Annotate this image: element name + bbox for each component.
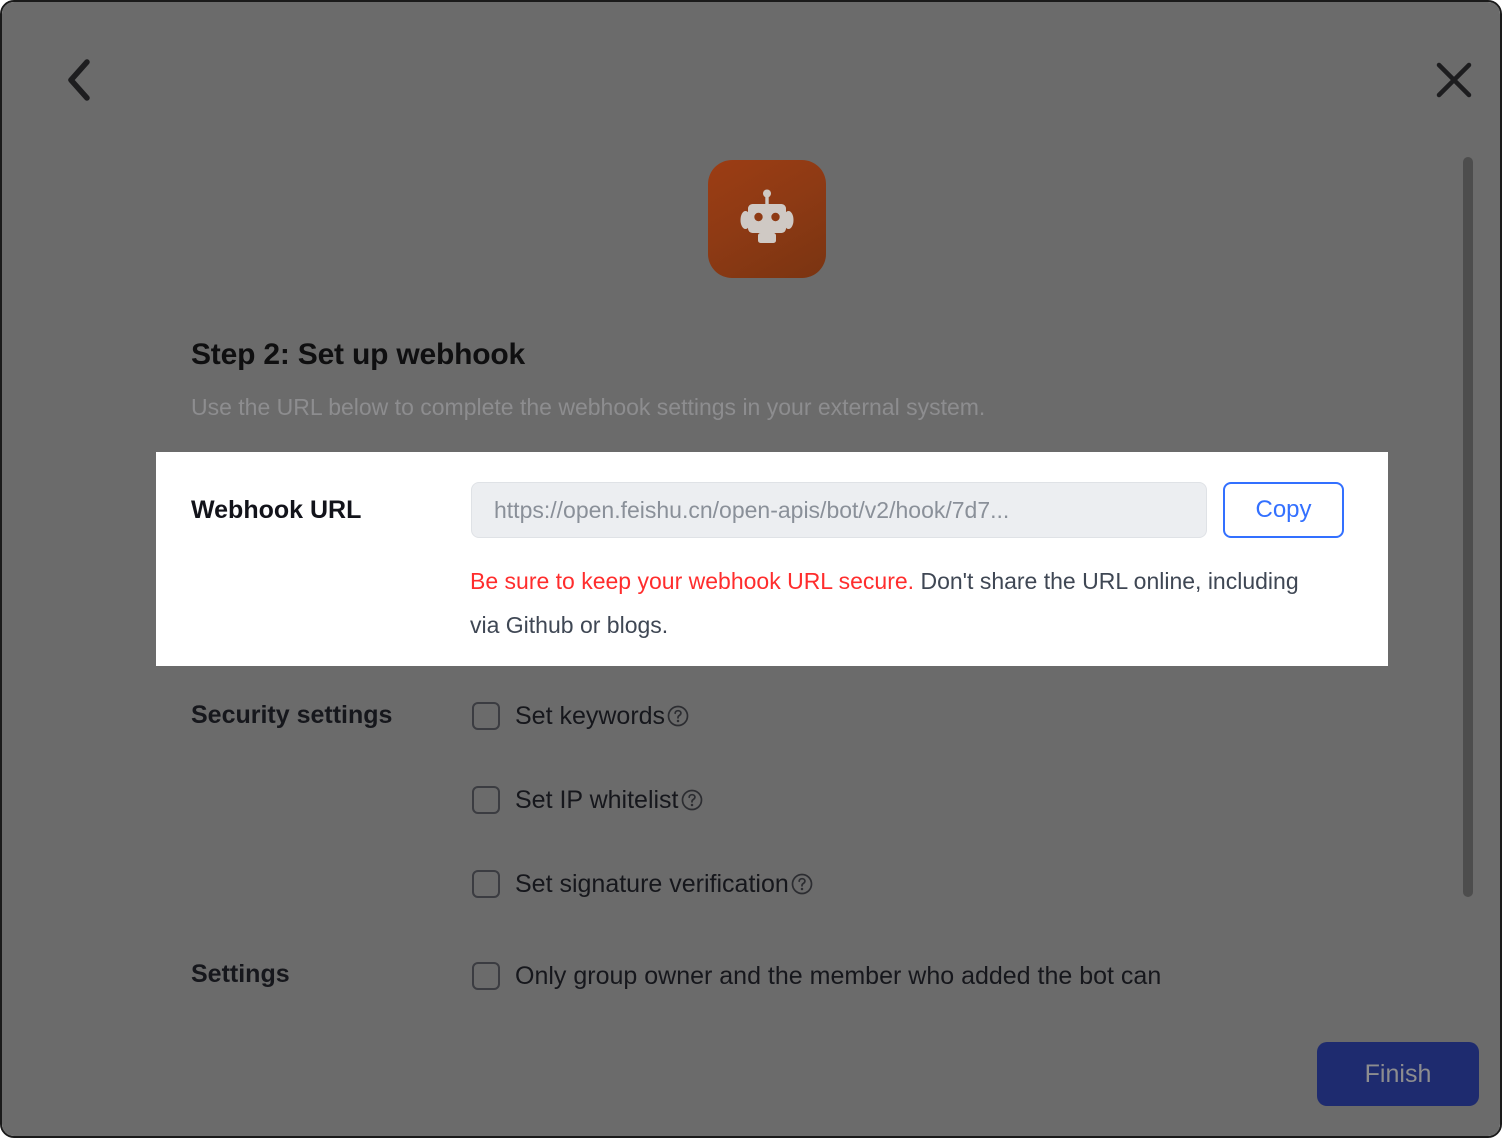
help-circle-icon-set-ip-whitelist[interactable] — [680, 788, 704, 812]
checkbox-row-set-signature-verification[interactable]: Set signature verification — [472, 867, 814, 901]
checkbox-row-only-group-owner[interactable]: Only group owner and the member who adde… — [472, 959, 1161, 993]
close-button[interactable] — [1426, 54, 1482, 110]
webhook-url-highlight-band: Webhook URL Copy Be sure to keep your we… — [156, 452, 1388, 666]
vertical-scrollbar-thumb[interactable] — [1463, 157, 1473, 897]
webhook-url-label: Webhook URL — [191, 496, 362, 524]
checkbox-label-set-signature-verification: Set signature verification — [515, 869, 789, 898]
checkbox-set-ip-whitelist[interactable] — [472, 786, 500, 814]
app-window: Step 2: Set up webhook Use the URL below… — [0, 0, 1502, 1138]
back-button[interactable] — [50, 54, 106, 110]
checkbox-label-set-ip-whitelist: Set IP whitelist — [515, 785, 679, 814]
webhook-warning-emphasis: Be sure to keep your webhook URL secure. — [470, 568, 915, 594]
copy-url-button[interactable]: Copy — [1223, 482, 1344, 538]
bot-avatar — [708, 160, 826, 278]
chevron-left-icon — [64, 58, 92, 107]
checkbox-set-signature-verification[interactable] — [472, 870, 500, 898]
checkbox-row-set-ip-whitelist[interactable]: Set IP whitelist — [472, 783, 704, 817]
close-icon — [1435, 61, 1473, 104]
scrollable-content-viewport: Step 2: Set up webhook Use the URL below… — [2, 2, 1500, 994]
finish-button[interactable]: Finish — [1317, 1042, 1479, 1106]
checkbox-row-set-keywords[interactable]: Set keywords — [472, 699, 690, 733]
webhook-url-input[interactable] — [471, 482, 1207, 538]
security-settings-label: Security settings — [191, 701, 393, 729]
checkbox-label-only-group-owner: Only group owner and the member who adde… — [515, 961, 1162, 990]
settings-label: Settings — [191, 960, 290, 988]
page-subtitle: Use the URL below to complete the webhoo… — [191, 394, 986, 420]
help-circle-icon-set-keywords[interactable] — [666, 704, 690, 728]
page-title: Step 2: Set up webhook — [191, 338, 525, 371]
checkbox-only-group-owner[interactable] — [472, 962, 500, 990]
vertical-scrollbar-track[interactable] — [1463, 152, 1473, 902]
checkbox-label-set-keywords: Set keywords — [515, 701, 666, 730]
robot-icon — [731, 181, 803, 258]
checkbox-set-keywords[interactable] — [472, 702, 500, 730]
help-circle-icon-set-signature-verification[interactable] — [790, 872, 814, 896]
webhook-security-warning: Be sure to keep your webhook URL secure.… — [470, 559, 1330, 647]
